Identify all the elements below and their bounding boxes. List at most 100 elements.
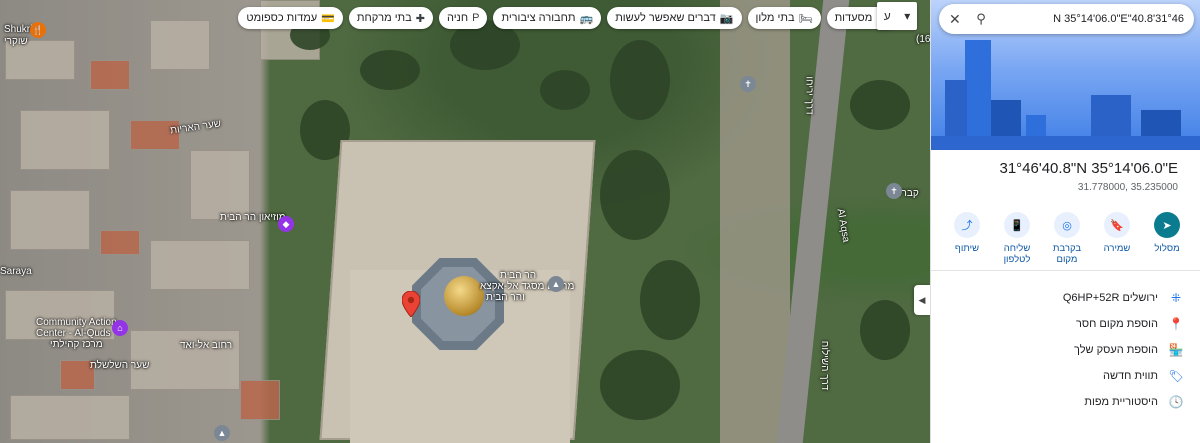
ground-strip — [931, 136, 1200, 150]
action-label: שליחה לטלפון — [1003, 243, 1031, 265]
city-wall — [720, 0, 790, 443]
bus-icon: 🚌 — [579, 12, 594, 25]
info-row-label[interactable]: 🏷 תווית חדשה — [930, 363, 1200, 389]
info-row-label: הוספת מקום חסר — [1076, 318, 1158, 330]
info-row-add-location[interactable]: 📍 הוספת מקום חסר — [930, 311, 1200, 337]
label-kidron-road: דרך השילוח — [819, 340, 831, 391]
label-temple-mount[interactable]: הר הבית — [500, 270, 536, 281]
tree — [540, 70, 590, 110]
action-phone-button[interactable]: 📱 שליחה לטלפון — [994, 212, 1040, 265]
side-panel: ✕ ⚲ N 35°14'06.0"E"40.8'31°46 31°46'40.8… — [930, 0, 1200, 443]
chip-label: בתי מלון — [755, 12, 795, 24]
location-pin-icon[interactable] — [402, 291, 420, 317]
parking-icon: P — [472, 12, 480, 24]
info-row-label: Q6HP+52R ירושלים — [1062, 292, 1158, 304]
label-road-c: שער השלשלת — [90, 360, 150, 371]
close-icon[interactable]: ✕ — [949, 11, 969, 28]
city-block — [10, 190, 90, 250]
phone-icon[interactable]: 📱 — [1004, 212, 1030, 238]
action-label: מסלול — [1154, 243, 1180, 254]
action-share-button[interactable]: ⤴ שיתוף — [944, 212, 990, 265]
label-community-2[interactable]: Center - Al-Quds — [36, 328, 110, 339]
tree — [600, 150, 670, 240]
landmark-poi-icon[interactable]: ▲ — [548, 276, 564, 292]
action-label: שיתוף — [954, 243, 980, 254]
label-road-b: רחוב אל-ואד — [180, 340, 233, 351]
divider — [931, 270, 1200, 271]
history-icon: 🕓 — [1168, 395, 1184, 409]
city-block — [150, 240, 250, 290]
cemetery-poi-icon[interactable]: ✝ — [886, 183, 902, 199]
landmark-poi-icon[interactable]: ✝ — [740, 76, 756, 92]
landmark-poi-icon[interactable]: ▲ — [214, 425, 230, 441]
community-poi-icon[interactable]: ⌂ — [112, 320, 128, 336]
map-toggle-control[interactable]: ע ▾ — [877, 2, 917, 30]
chip-label: עמדות כספומט — [246, 12, 318, 24]
city-block — [190, 150, 250, 220]
satellite-map[interactable]: Shukri 🍴 שוקרי הר הבית מתחם מסגד אל-אקצא… — [0, 0, 930, 443]
camera-icon: 📷 — [719, 12, 734, 25]
nearby-icon[interactable]: ◎ — [1054, 212, 1080, 238]
share-icon[interactable]: ⤴ — [954, 212, 980, 238]
info-row-label: היסטוריית מפות — [1084, 396, 1158, 408]
city-block — [100, 230, 140, 255]
chip-bus[interactable]: 🚌 תחבורה ציבורית — [493, 7, 602, 29]
action-label: שמירה — [1103, 243, 1131, 254]
label-corner-number: (16 — [916, 34, 930, 45]
restaurant-poi-icon[interactable]: 🍴 — [30, 22, 46, 38]
atm-icon: 💳 — [321, 12, 335, 25]
info-rows: ⁜ Q6HP+52R ירושלים 📍 הוספת מקום חסר 🏪 הוספת ה… — [930, 285, 1200, 415]
action-directions-button[interactable]: ➤ מסלול — [1144, 212, 1190, 265]
info-row-history[interactable]: 🕓 היסטוריית מפות — [930, 389, 1200, 415]
chip-label: דברים שאפשר לעשות — [615, 12, 716, 24]
label-shukri-he: שוקרי — [4, 36, 28, 47]
chevron-down-icon[interactable]: ▾ — [904, 9, 910, 23]
bookmark-icon[interactable]: 🔖 — [1104, 212, 1130, 238]
label-temple-mount-sub2: והר הבית — [486, 292, 525, 303]
label-shukri[interactable]: Shukri — [4, 24, 32, 35]
collapse-panel-button[interactable]: ◀ — [914, 285, 930, 315]
search-box[interactable]: ✕ ⚲ N 35°14'06.0"E"40.8'31°46 — [939, 4, 1194, 34]
action-bookmark-button[interactable]: 🔖 שמירה — [1094, 212, 1140, 265]
chip-atm[interactable]: 💳 עמדות כספומט — [238, 7, 343, 29]
search-input[interactable]: N 35°14'06.0"E"40.8'31°46 — [993, 13, 1184, 25]
label-icon: 🏷 — [1168, 369, 1184, 383]
city-block — [90, 60, 130, 90]
add-location-icon: 📍 — [1168, 317, 1184, 331]
city-block — [150, 20, 210, 70]
label-east-road: דרך יריחו — [803, 76, 815, 115]
golden-dome — [444, 276, 484, 316]
action-label: בקרבת מקום — [1052, 243, 1082, 265]
category-chips: 🍴מסעדות🛏בתי מלון📷דברים שאפשר לעשות🚌תחבור… — [238, 7, 898, 29]
label-saraya: Saraya — [0, 266, 32, 277]
toggle-label[interactable]: ע — [884, 9, 891, 23]
tree — [640, 260, 700, 340]
label-community-1[interactable]: Community Action — [36, 317, 117, 328]
museum-poi-icon[interactable]: ◆ — [278, 216, 294, 232]
chevron-left-icon: ◀ — [918, 294, 926, 305]
chip-parking[interactable]: P חניה — [438, 7, 488, 29]
tree — [850, 80, 910, 130]
plus-code-icon: ⁜ — [1170, 291, 1182, 305]
tree — [600, 350, 680, 420]
info-row-add-business[interactable]: 🏪 הוספת העסק שלך — [930, 337, 1200, 363]
chip-camera[interactable]: 📷 דברים שאפשר לעשות — [607, 7, 742, 29]
tree — [360, 50, 420, 90]
action-buttons: ➤ מסלול 🔖 שמירה ◎ בקרבת מקום 📱 שליחה לטלפון ⤴ שית… — [944, 212, 1190, 265]
chip-hotel[interactable]: 🛏 בתי מלון — [747, 7, 821, 29]
hotel-icon: 🛏 — [798, 12, 813, 25]
chip-label: תחבורה ציבורית — [501, 12, 576, 24]
search-icon[interactable]: ⚲ — [969, 11, 993, 27]
place-coordinates[interactable]: 31.778000, 35.235000 — [1078, 182, 1178, 193]
place-title: 31°46'40.8"N 35°14'06.0"E — [999, 160, 1178, 177]
info-row-label: תווית חדשה — [1103, 370, 1158, 382]
info-row-label: הוספת העסק שלך — [1074, 344, 1158, 356]
add-business-icon: 🏪 — [1168, 343, 1184, 357]
tree — [860, 300, 910, 360]
directions-icon[interactable]: ➤ — [1154, 212, 1180, 238]
action-nearby-button[interactable]: ◎ בקרבת מקום — [1044, 212, 1090, 265]
chip-pharmacy[interactable]: ✚ בתי מרקחת — [348, 7, 433, 29]
info-row-plus-code[interactable]: ⁜ Q6HP+52R ירושלים — [930, 285, 1200, 311]
label-museum[interactable]: מוזיאון הר הבית — [220, 212, 286, 223]
pharmacy-icon: ✚ — [415, 12, 425, 25]
